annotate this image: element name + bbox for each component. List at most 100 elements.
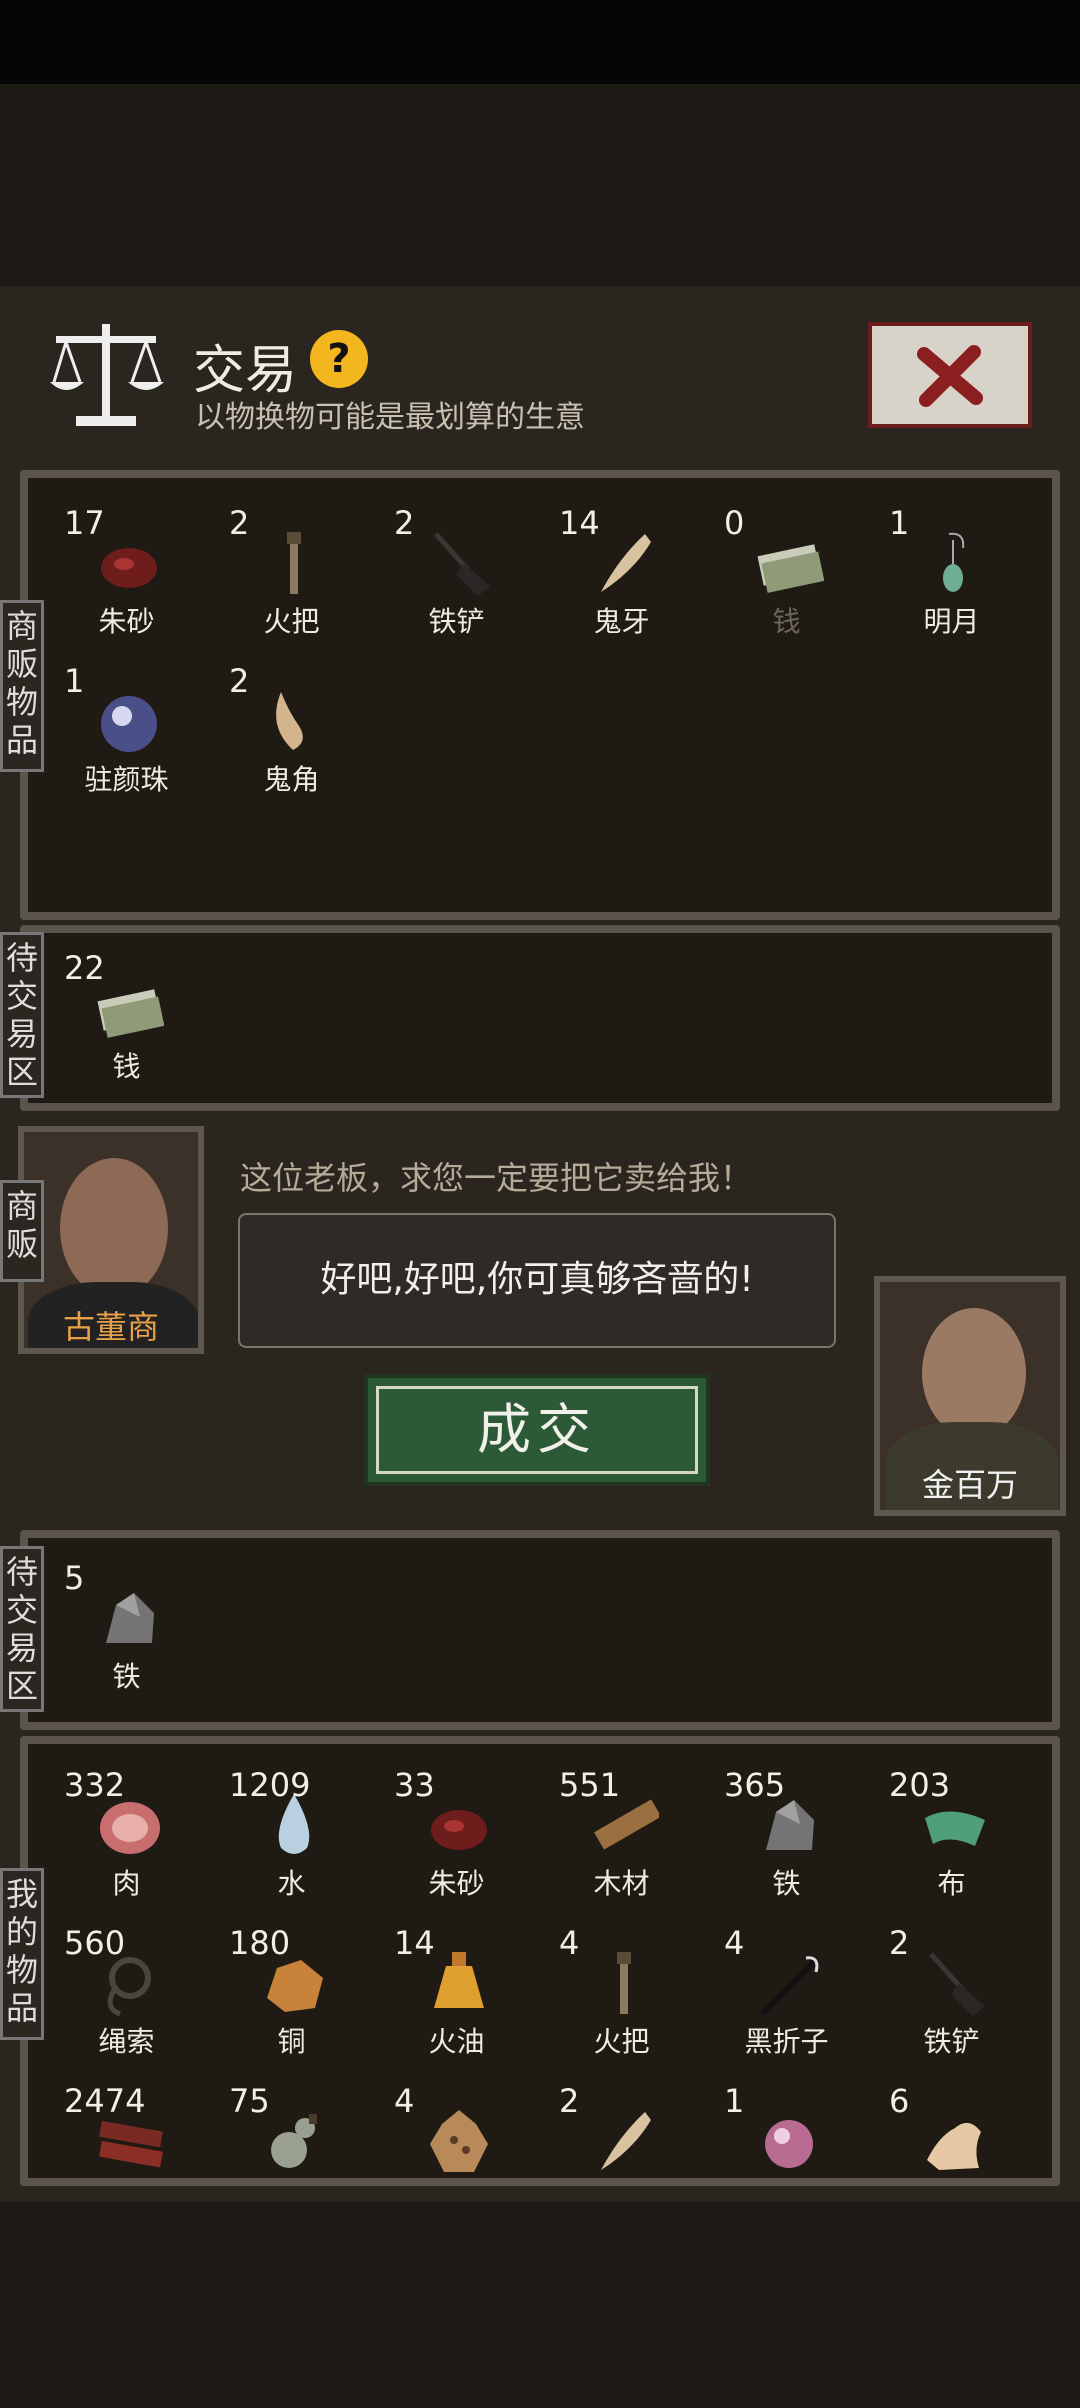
player-pending-slot[interactable]: [704, 1545, 869, 1703]
item-count: 1: [64, 662, 85, 700]
merchant-item-slot[interactable]: 1 驻颜珠: [44, 648, 209, 806]
merchant-item-slot[interactable]: [374, 648, 539, 806]
item-count: 203: [889, 1766, 951, 1804]
my-item-slot[interactable]: 365 铁: [704, 1752, 869, 1910]
merchant-portrait: 古董商: [18, 1126, 204, 1354]
item-count: 1: [889, 504, 910, 542]
item-name: 铜: [277, 2025, 306, 2058]
merchant-pending-grid: 22 钱: [44, 935, 1034, 1093]
my-item-slot[interactable]: 560 绳索: [44, 1910, 209, 2068]
my-items-grid: 332 肉 1209 水 33 朱砂 551 木材 365 铁 203 布 560 绳索 180 铜 14 火油 4…: [44, 1752, 1034, 2226]
item-count: 6: [889, 2082, 910, 2120]
player-pending-slot[interactable]: [374, 1545, 539, 1703]
item-count: 14: [394, 1924, 435, 1962]
my-item-slot[interactable]: 2 铁铲: [869, 1910, 1034, 2068]
shovel-icon: [919, 1948, 989, 2018]
merchant-item-slot[interactable]: 1 明月: [869, 490, 1034, 648]
top-backdrop: [0, 84, 1080, 286]
item-count: 560: [64, 1924, 126, 1962]
slot-frame: [227, 1563, 359, 1683]
merchant-item-slot[interactable]: 2 火把: [209, 490, 374, 648]
player-pending-slot[interactable]: [539, 1545, 704, 1703]
merchant-pending-slot[interactable]: [704, 935, 869, 1093]
item-count: 75: [229, 2082, 270, 2120]
merchant-item-slot[interactable]: [539, 648, 704, 806]
my-item-slot[interactable]: 6: [869, 2068, 1034, 2226]
item-name: 黑折子: [744, 2025, 829, 2058]
player-pending-grid: 5铁: [44, 1545, 1034, 1703]
page-subtitle: 以物换物可能是最划算的生意: [195, 400, 585, 435]
my-item-slot[interactable]: 180 铜: [209, 1910, 374, 2068]
merchant-item-slot[interactable]: 2 铁铲: [374, 490, 539, 648]
status-bar-area: [0, 0, 1080, 84]
my-item-slot[interactable]: 75: [209, 2068, 374, 2226]
request-text: 这位老板，求您一定要把它卖给我！: [240, 1159, 753, 1197]
merchant-item-slot[interactable]: 17 朱砂: [44, 490, 209, 648]
my-item-slot[interactable]: 33 朱砂: [374, 1752, 539, 1910]
item-name: 肉: [112, 1867, 141, 1900]
item-count: 332: [64, 1766, 126, 1804]
my-item-slot[interactable]: 2474: [44, 2068, 209, 2226]
item-name: 布: [937, 1867, 966, 1900]
my-item-slot[interactable]: 203 布: [869, 1752, 1034, 1910]
item-count: 2: [559, 2082, 580, 2120]
help-icon[interactable]: ?: [310, 330, 368, 388]
item-name: 朱砂: [98, 605, 155, 638]
my-item-slot[interactable]: 4 火把: [539, 1910, 704, 2068]
merchant-item-slot[interactable]: 14 鬼牙: [539, 490, 704, 648]
deal-button[interactable]: 成交: [364, 1374, 710, 1486]
item-name: 鬼角: [263, 763, 320, 796]
merchant-pending-slot[interactable]: [869, 935, 1034, 1093]
item-name: 火把: [263, 605, 320, 638]
my-item-slot[interactable]: 332 肉: [44, 1752, 209, 1910]
item-name: 铁铲: [428, 605, 485, 638]
item-name: 铁: [112, 1660, 141, 1693]
merchant-item-slot[interactable]: [704, 648, 869, 806]
merchant-pending-slot[interactable]: [209, 935, 374, 1093]
my-item-slot[interactable]: 1209 水: [209, 1752, 374, 1910]
item-count: 2: [229, 504, 250, 542]
close-button[interactable]: [868, 322, 1032, 428]
close-x-icon: [917, 345, 983, 407]
item-name: 火油: [428, 2025, 485, 2058]
merchant-item-slot[interactable]: 0钱: [704, 490, 869, 648]
my-item-slot[interactable]: 4: [374, 2068, 539, 2226]
item-count: 365: [724, 1766, 786, 1804]
item-count: 33: [394, 1766, 435, 1804]
merchant-pending-slot[interactable]: [374, 935, 539, 1093]
my-item-slot[interactable]: 2: [539, 2068, 704, 2226]
player-name: 金百万: [921, 1466, 1018, 1504]
my-item-slot[interactable]: 14 火油: [374, 1910, 539, 2068]
my-item-slot[interactable]: 1: [704, 2068, 869, 2226]
money-icon: [754, 528, 825, 598]
slot-frame: [722, 666, 854, 786]
player-pending-slot[interactable]: 5铁: [44, 1545, 209, 1703]
pearl-orb-icon: [94, 686, 164, 756]
merchant-pending-slot[interactable]: [539, 935, 704, 1093]
item-count: 2: [889, 1924, 910, 1962]
item-count: 0: [724, 504, 745, 542]
merchant-item-slot[interactable]: 2 鬼角: [209, 648, 374, 806]
item-count: 2: [394, 504, 415, 542]
slot-frame: [887, 666, 1019, 786]
item-name: 朱砂: [428, 1867, 485, 1900]
side-label-my-items: 我的物品: [0, 1868, 44, 2040]
item-count: 4: [394, 2082, 415, 2120]
my-item-slot[interactable]: 4 黑折子: [704, 1910, 869, 2068]
shovel-icon: [424, 528, 494, 598]
item-count: 551: [559, 1766, 621, 1804]
jade-earring-icon: [919, 528, 989, 598]
merchant-item-slot[interactable]: [869, 648, 1034, 806]
dialog-bubble: 好吧,好吧,你可真够吝啬的!: [238, 1213, 836, 1348]
item-name: 钱: [772, 605, 801, 638]
slot-frame: [557, 666, 689, 786]
item-name: 绳索: [98, 2025, 155, 2058]
merchant-name: 古董商: [62, 1308, 159, 1346]
merchant-pending-slot[interactable]: 22 钱: [44, 935, 209, 1093]
my-item-slot[interactable]: 551 木材: [539, 1752, 704, 1910]
item-count: 17: [64, 504, 105, 542]
player-pending-slot[interactable]: [869, 1545, 1034, 1703]
slot-frame: [557, 1563, 689, 1683]
player-pending-slot[interactable]: [209, 1545, 374, 1703]
slot-frame: [557, 953, 689, 1073]
